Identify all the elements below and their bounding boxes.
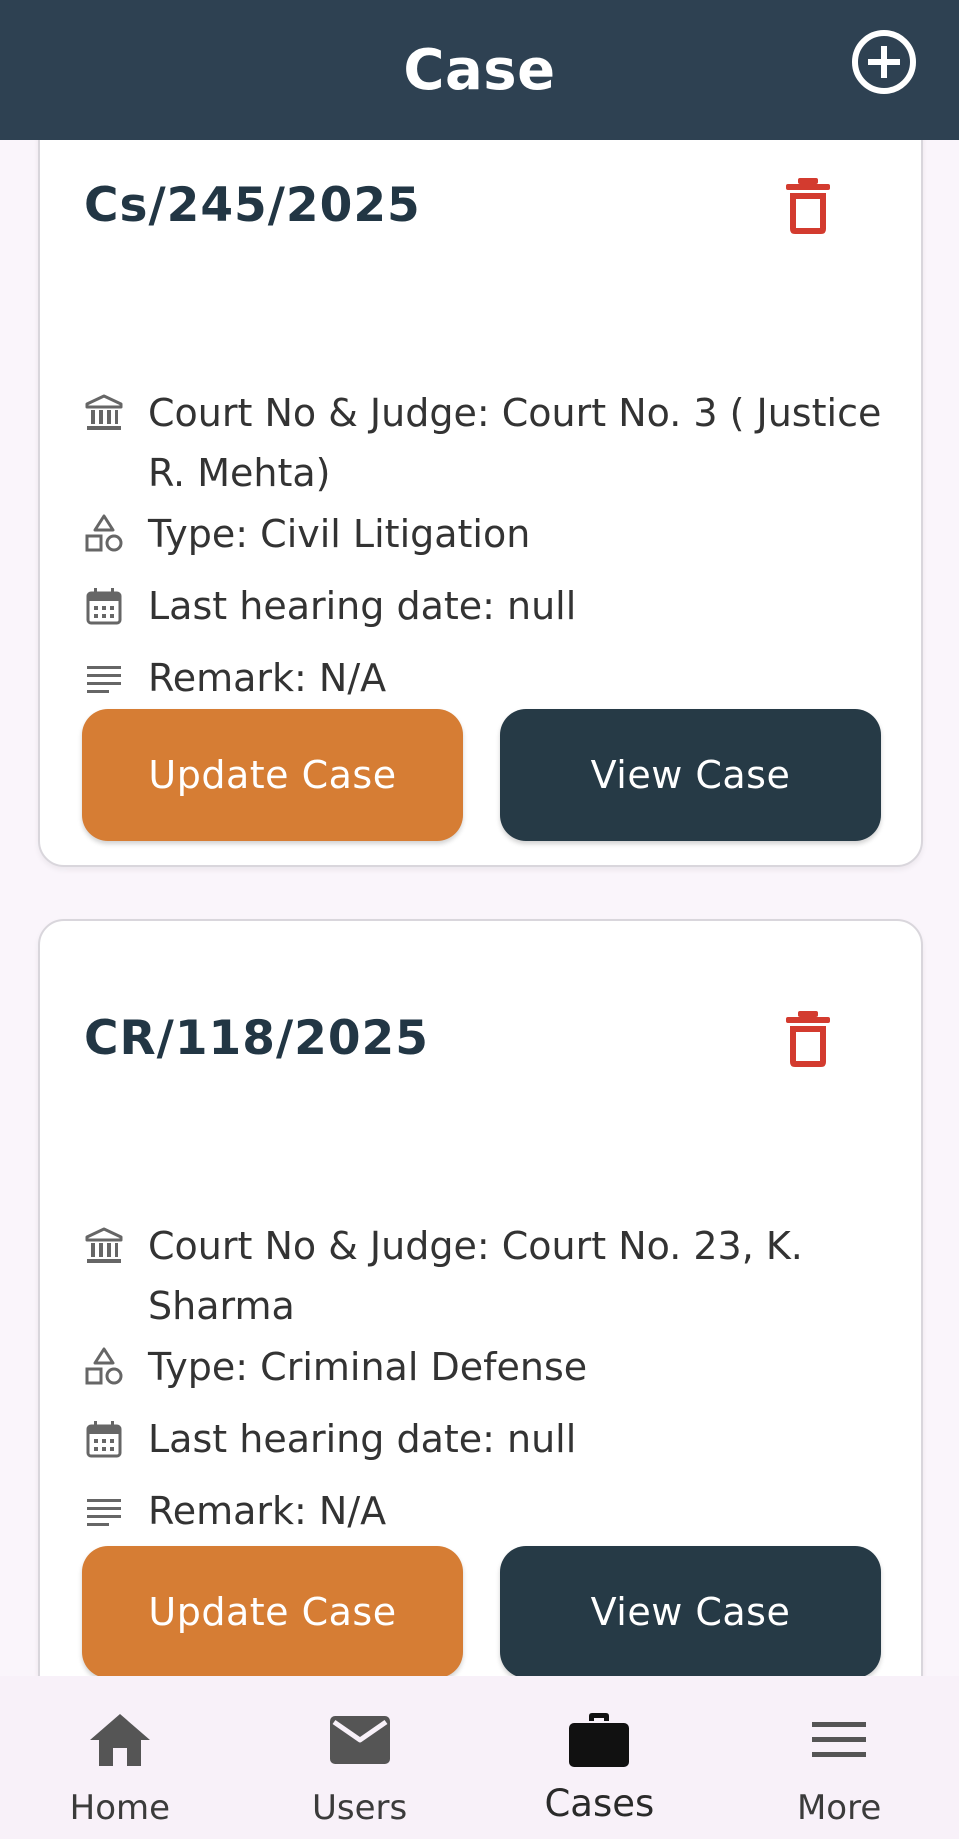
delete-case-button[interactable] — [785, 177, 831, 235]
add-case-button[interactable] — [849, 27, 919, 97]
delete-case-button[interactable] — [785, 1010, 831, 1068]
court-judge-text: Court No & Judge: Court No. 3 ( Justice … — [148, 391, 882, 495]
court-judge-row: Court No & Judge: Court No. 23, K. Sharm… — [82, 1216, 892, 1336]
last-hearing-row: Last hearing date: null — [82, 1409, 892, 1469]
case-list-screen: Case Cs/245/2025 Court No & Judge: Court… — [0, 0, 959, 1839]
trash-icon — [786, 1011, 830, 1067]
page-title: Case — [403, 37, 556, 103]
category-icon — [82, 512, 126, 556]
court-judge-row: Court No & Judge: Court No. 3 ( Justice … — [82, 383, 892, 503]
nav-item-cases[interactable]: Cases — [480, 1676, 720, 1839]
court-judge-text: Court No & Judge: Court No. 23, K. Sharm… — [148, 1224, 803, 1328]
case-list[interactable]: Cs/245/2025 Court No & Judge: Court No. … — [0, 140, 959, 1676]
case-number: Cs/245/2025 — [84, 178, 421, 233]
nav-item-users[interactable]: Users — [240, 1676, 480, 1839]
remark-text: Remark: N/A — [148, 1489, 387, 1533]
mail-icon — [326, 1706, 394, 1774]
notes-icon — [82, 656, 126, 700]
category-icon — [82, 1345, 126, 1389]
nav-label-cases: Cases — [544, 1782, 655, 1825]
update-case-button[interactable]: Update Case — [82, 709, 463, 841]
type-row: Type: Criminal Defense — [82, 1337, 892, 1397]
remark-row: Remark: N/A — [82, 1481, 892, 1541]
add-circle-icon — [852, 30, 916, 94]
bank-icon — [82, 391, 126, 435]
view-case-button[interactable]: View Case — [500, 709, 881, 841]
nav-item-home[interactable]: Home — [0, 1676, 240, 1839]
app-bar: Case — [0, 0, 959, 140]
calendar-icon — [82, 1417, 126, 1461]
case-number: CR/118/2025 — [84, 1011, 429, 1066]
case-card: CR/118/2025 Court No & Judge: Court No. … — [38, 919, 923, 1676]
update-case-button[interactable]: Update Case — [82, 1546, 463, 1676]
bank-icon — [82, 1224, 126, 1268]
case-type-text: Type: Civil Litigation — [148, 512, 531, 556]
nav-label-more: More — [796, 1788, 882, 1828]
case-card: Cs/245/2025 Court No & Judge: Court No. … — [38, 140, 923, 867]
briefcase-icon — [565, 1706, 633, 1774]
calendar-icon — [82, 584, 126, 628]
last-hearing-row: Last hearing date: null — [82, 576, 892, 636]
menu-icon — [805, 1706, 873, 1774]
type-row: Type: Civil Litigation — [82, 504, 892, 564]
view-case-button[interactable]: View Case — [500, 1546, 881, 1676]
case-type-text: Type: Criminal Defense — [148, 1345, 588, 1389]
last-hearing-text: Last hearing date: null — [148, 584, 577, 628]
nav-item-more[interactable]: More — [719, 1676, 959, 1839]
last-hearing-text: Last hearing date: null — [148, 1417, 577, 1461]
trash-icon — [786, 178, 830, 234]
nav-label-home: Home — [69, 1788, 171, 1828]
nav-label-users: Users — [312, 1788, 408, 1828]
remark-text: Remark: N/A — [148, 656, 387, 700]
remark-row: Remark: N/A — [82, 648, 892, 708]
bottom-navigation: Home Users Cases More — [0, 1676, 959, 1839]
notes-icon — [82, 1489, 126, 1533]
home-icon — [86, 1706, 154, 1774]
